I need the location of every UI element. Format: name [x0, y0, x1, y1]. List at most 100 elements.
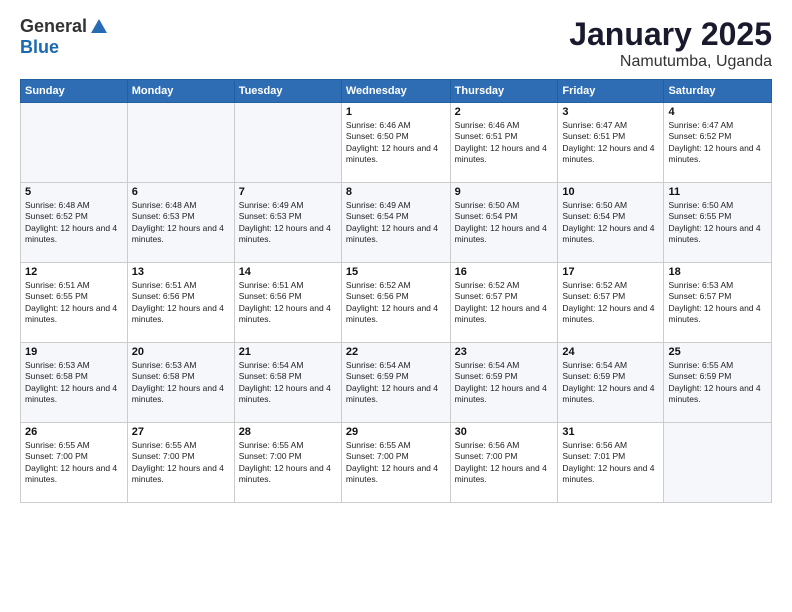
day-number: 8 — [346, 186, 446, 198]
logo-blue-text: Blue — [20, 37, 59, 57]
day-info: Sunrise: 6:52 AM Sunset: 6:56 PM Dayligh… — [346, 280, 446, 326]
day-number: 14 — [239, 266, 337, 278]
calendar-cell: 18Sunrise: 6:53 AM Sunset: 6:57 PM Dayli… — [664, 263, 772, 343]
day-number: 30 — [455, 426, 554, 438]
weekday-header-sunday: Sunday — [21, 80, 128, 103]
day-info: Sunrise: 6:54 AM Sunset: 6:59 PM Dayligh… — [562, 360, 659, 406]
day-info: Sunrise: 6:49 AM Sunset: 6:53 PM Dayligh… — [239, 200, 337, 246]
weekday-header-friday: Friday — [558, 80, 664, 103]
calendar-title: January 2025 — [569, 16, 772, 53]
week-row-4: 19 Sunrise: 6:53 AM Sunset: 6:58 PM Dayli… — [21, 343, 772, 423]
calendar-cell: 3Sunrise: 6:47 AM Sunset: 6:51 PM Daylig… — [558, 103, 664, 183]
day-info: Sunrise: 6:51 AM Sunset: 6:56 PM Dayligh… — [132, 280, 230, 326]
logo: General Blue — [20, 16, 109, 58]
day-info: Sunrise: 6:53 AM Sunset: 6:58 PM Dayligh… — [132, 360, 230, 406]
day-info: Sunrise: 6:56 AM Sunset: 7:01 PM Dayligh… — [562, 440, 659, 486]
calendar-cell: 16 Sunrise: 6:52 AM Sunset: 6:57 PM Dayli… — [450, 263, 558, 343]
calendar-cell: 4 Sunrise: 6:47 AM Sunset: 6:52 PM Daylig… — [664, 103, 772, 183]
week-row-5: 26 Sunrise: 6:55 AM Sunset: 7:00 PM Dayli… — [21, 423, 772, 503]
day-info: Sunrise: 6:50 AM Sunset: 6:54 PM Dayligh… — [455, 200, 554, 246]
calendar-cell: 22 Sunrise: 6:54 AM Sunset: 6:59 PM Dayli… — [341, 343, 450, 423]
day-info: Sunrise: 6:48 AM Sunset: 6:52 PM Dayligh… — [25, 200, 123, 246]
weekday-header-monday: Monday — [127, 80, 234, 103]
logo-icon — [89, 17, 109, 37]
day-number: 15 — [346, 266, 446, 278]
day-info: Sunrise: 6:52 AM Sunset: 6:57 PM Dayligh… — [562, 280, 659, 326]
week-row-3: 12 Sunrise: 6:51 AM Sunset: 6:55 PM Dayli… — [21, 263, 772, 343]
day-info: Sunrise: 6:47 AM Sunset: 6:52 PM Dayligh… — [668, 120, 767, 166]
day-number: 21 — [239, 346, 337, 358]
calendar-cell: 27 Sunrise: 6:55 AM Sunset: 7:00 PM Dayli… — [127, 423, 234, 503]
calendar-cell: 8 Sunrise: 6:49 AM Sunset: 6:54 PM Daylig… — [341, 183, 450, 263]
calendar-cell: 12 Sunrise: 6:51 AM Sunset: 6:55 PM Dayli… — [21, 263, 128, 343]
day-info: Sunrise: 6:56 AM Sunset: 7:00 PM Dayligh… — [455, 440, 554, 486]
day-number: 20 — [132, 346, 230, 358]
day-info: Sunrise: 6:55 AM Sunset: 7:00 PM Dayligh… — [132, 440, 230, 486]
calendar-cell: 13Sunrise: 6:51 AM Sunset: 6:56 PM Dayli… — [127, 263, 234, 343]
weekday-header-tuesday: Tuesday — [234, 80, 341, 103]
day-number: 7 — [239, 186, 337, 198]
logo-general-text: General — [20, 16, 87, 37]
calendar-cell: 25 Sunrise: 6:55 AM Sunset: 6:59 PM Dayli… — [664, 343, 772, 423]
day-number: 3 — [562, 106, 659, 118]
calendar-cell — [664, 423, 772, 503]
day-info: Sunrise: 6:55 AM Sunset: 7:00 PM Dayligh… — [239, 440, 337, 486]
weekday-header-thursday: Thursday — [450, 80, 558, 103]
page: General Blue January 2025 Namutumba, Uga… — [0, 0, 792, 612]
calendar-cell: 15 Sunrise: 6:52 AM Sunset: 6:56 PM Dayli… — [341, 263, 450, 343]
calendar-cell: 5Sunrise: 6:48 AM Sunset: 6:52 PM Daylig… — [21, 183, 128, 263]
day-info: Sunrise: 6:55 AM Sunset: 7:00 PM Dayligh… — [25, 440, 123, 486]
day-info: Sunrise: 6:46 AM Sunset: 6:51 PM Dayligh… — [455, 120, 554, 166]
day-number: 26 — [25, 426, 123, 438]
day-info: Sunrise: 6:46 AM Sunset: 6:50 PM Dayligh… — [346, 120, 446, 166]
header: General Blue January 2025 Namutumba, Uga… — [20, 16, 772, 71]
day-info: Sunrise: 6:51 AM Sunset: 6:55 PM Dayligh… — [25, 280, 123, 326]
calendar-cell: 6 Sunrise: 6:48 AM Sunset: 6:53 PM Daylig… — [127, 183, 234, 263]
calendar-cell: 28Sunrise: 6:55 AM Sunset: 7:00 PM Dayli… — [234, 423, 341, 503]
day-number: 27 — [132, 426, 230, 438]
day-number: 17 — [562, 266, 659, 278]
day-info: Sunrise: 6:51 AM Sunset: 6:56 PM Dayligh… — [239, 280, 337, 326]
calendar-cell: 14 Sunrise: 6:51 AM Sunset: 6:56 PM Dayli… — [234, 263, 341, 343]
day-number: 2 — [455, 106, 554, 118]
calendar-cell: 29Sunrise: 6:55 AM Sunset: 7:00 PM Dayli… — [341, 423, 450, 503]
day-number: 18 — [668, 266, 767, 278]
day-info: Sunrise: 6:52 AM Sunset: 6:57 PM Dayligh… — [455, 280, 554, 326]
day-number: 12 — [25, 266, 123, 278]
calendar-cell — [234, 103, 341, 183]
day-info: Sunrise: 6:48 AM Sunset: 6:53 PM Dayligh… — [132, 200, 230, 246]
day-number: 9 — [455, 186, 554, 198]
day-info: Sunrise: 6:49 AM Sunset: 6:54 PM Dayligh… — [346, 200, 446, 246]
day-info: Sunrise: 6:53 AM Sunset: 6:58 PM Dayligh… — [25, 360, 123, 406]
calendar-cell: 30 Sunrise: 6:56 AM Sunset: 7:00 PM Dayli… — [450, 423, 558, 503]
day-info: Sunrise: 6:50 AM Sunset: 6:55 PM Dayligh… — [668, 200, 767, 246]
calendar-cell: 10Sunrise: 6:50 AM Sunset: 6:54 PM Dayli… — [558, 183, 664, 263]
calendar-cell: 1 Sunrise: 6:46 AM Sunset: 6:50 PM Daylig… — [341, 103, 450, 183]
day-number: 4 — [668, 106, 767, 118]
calendar-cell: 20 Sunrise: 6:53 AM Sunset: 6:58 PM Dayli… — [127, 343, 234, 423]
day-number: 1 — [346, 106, 446, 118]
title-section: January 2025 Namutumba, Uganda — [569, 16, 772, 71]
calendar-cell — [21, 103, 128, 183]
day-number: 11 — [668, 186, 767, 198]
calendar-cell: 31 Sunrise: 6:56 AM Sunset: 7:01 PM Dayli… — [558, 423, 664, 503]
weekday-header-row: SundayMondayTuesdayWednesdayThursdayFrid… — [21, 80, 772, 103]
calendar-cell: 9 Sunrise: 6:50 AM Sunset: 6:54 PM Daylig… — [450, 183, 558, 263]
day-number: 19 — [25, 346, 123, 358]
day-number: 31 — [562, 426, 659, 438]
calendar-cell: 19 Sunrise: 6:53 AM Sunset: 6:58 PM Dayli… — [21, 343, 128, 423]
day-number: 6 — [132, 186, 230, 198]
calendar-cell: 26 Sunrise: 6:55 AM Sunset: 7:00 PM Dayli… — [21, 423, 128, 503]
calendar-cell: 17 Sunrise: 6:52 AM Sunset: 6:57 PM Dayli… — [558, 263, 664, 343]
calendar-cell: 11 Sunrise: 6:50 AM Sunset: 6:55 PM Dayli… — [664, 183, 772, 263]
calendar-cell: 7 Sunrise: 6:49 AM Sunset: 6:53 PM Daylig… — [234, 183, 341, 263]
day-info: Sunrise: 6:54 AM Sunset: 6:59 PM Dayligh… — [346, 360, 446, 406]
week-row-2: 5Sunrise: 6:48 AM Sunset: 6:52 PM Daylig… — [21, 183, 772, 263]
day-number: 25 — [668, 346, 767, 358]
day-number: 23 — [455, 346, 554, 358]
day-number: 16 — [455, 266, 554, 278]
day-number: 29 — [346, 426, 446, 438]
day-number: 22 — [346, 346, 446, 358]
day-info: Sunrise: 6:55 AM Sunset: 6:59 PM Dayligh… — [668, 360, 767, 406]
day-info: Sunrise: 6:50 AM Sunset: 6:54 PM Dayligh… — [562, 200, 659, 246]
